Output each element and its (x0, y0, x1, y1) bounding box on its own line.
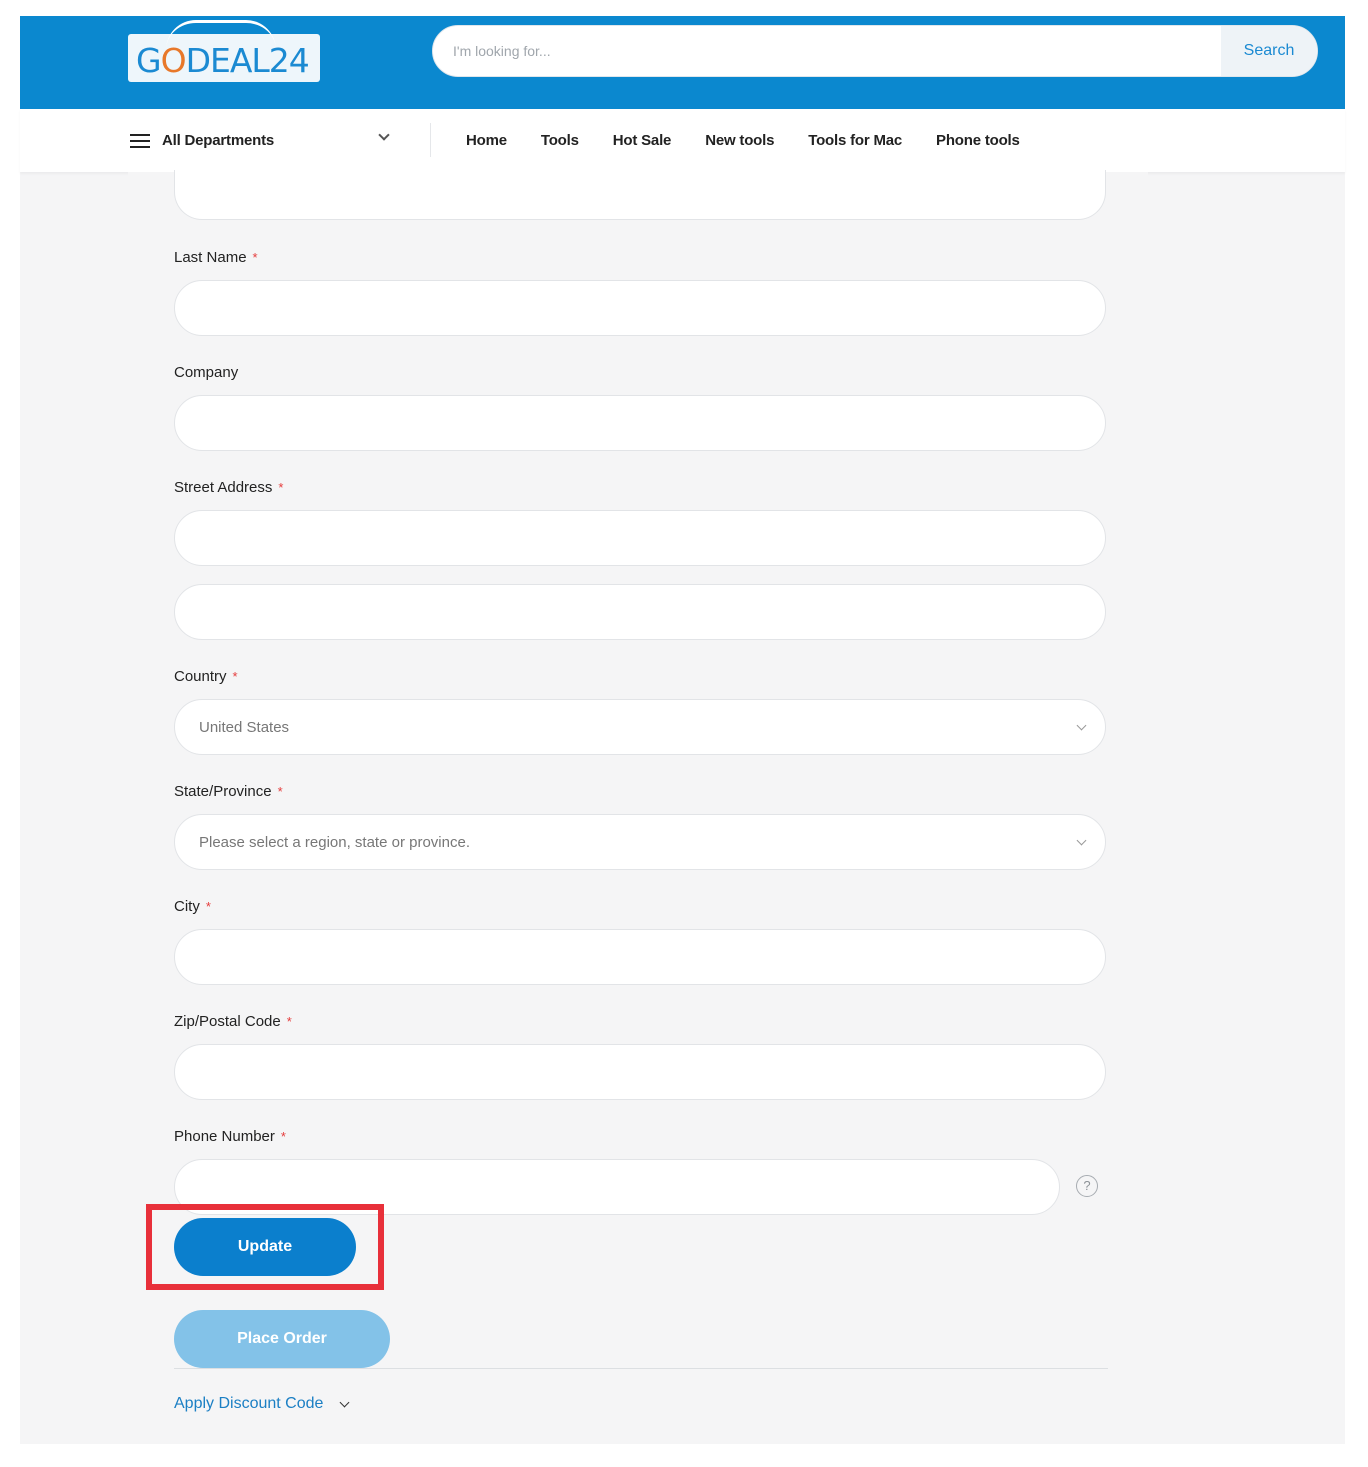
nav-links: Home Tools Hot Sale New tools Tools for … (466, 109, 1054, 172)
last-name-input[interactable] (174, 280, 1106, 336)
chevron-down-icon (339, 1397, 350, 1407)
search-input[interactable] (433, 26, 1223, 76)
logo-text: GODEAL24 (136, 41, 310, 80)
search-bar: Search (432, 25, 1318, 77)
zip-postal-code-label: Zip/Postal Code * (174, 1013, 292, 1030)
nav-link-tools[interactable]: Tools (541, 132, 579, 149)
chevron-down-icon (378, 129, 390, 141)
company-label: Company (174, 364, 239, 381)
help-question-icon[interactable]: ? (1076, 1175, 1098, 1197)
city-label: City * (174, 898, 211, 915)
first-name-input[interactable] (174, 170, 1106, 220)
required-asterisk: * (286, 1014, 292, 1029)
street-address-label: Street Address * (174, 479, 284, 496)
street-address-line1-input[interactable] (174, 510, 1106, 566)
all-departments-menu[interactable]: All Departments (130, 109, 400, 172)
state-selected-value: Please select a region, state or provinc… (199, 834, 470, 851)
logo-wordmark: DEAL24 (185, 41, 310, 80)
state-province-label: State/Province * (174, 783, 283, 800)
required-asterisk: * (278, 480, 284, 495)
required-asterisk: * (277, 784, 283, 799)
country-select[interactable]: United States (174, 699, 1106, 755)
divider-line (174, 1368, 1108, 1369)
required-asterisk: * (252, 250, 258, 265)
logo-letter-g: G (136, 41, 162, 80)
zip-postal-code-input[interactable] (174, 1044, 1106, 1100)
nav-divider (430, 123, 431, 157)
state-province-select[interactable]: Please select a region, state or provinc… (174, 814, 1106, 870)
hamburger-menu-icon (130, 133, 150, 148)
street-address-line2-input[interactable] (174, 584, 1106, 640)
place-order-button[interactable]: Place Order (174, 1310, 390, 1368)
all-departments-label: All Departments (162, 132, 275, 149)
nav-link-home[interactable]: Home (466, 132, 507, 149)
nav-link-new-tools[interactable]: New tools (705, 132, 774, 149)
nav-link-hot-sale[interactable]: Hot Sale (613, 132, 672, 149)
required-asterisk: * (205, 899, 211, 914)
chevron-down-icon (1076, 720, 1087, 731)
nav-link-phone-tools[interactable]: Phone tools (936, 132, 1020, 149)
logo-letter-o: O (160, 41, 187, 80)
phone-number-label: Phone Number * (174, 1128, 286, 1145)
country-selected-value: United States (199, 719, 290, 736)
company-input[interactable] (174, 395, 1106, 451)
apply-discount-code-toggle[interactable]: Apply Discount Code (174, 1392, 350, 1416)
site-header: GODEAL24 Search (20, 16, 1345, 109)
apply-discount-code-label: Apply Discount Code (174, 1395, 324, 1412)
required-asterisk: * (232, 669, 238, 684)
required-asterisk: * (280, 1129, 286, 1144)
site-logo[interactable]: GODEAL24 (128, 20, 320, 84)
chevron-down-icon (1076, 835, 1087, 846)
main-navigation: All Departments Home Tools Hot Sale New … (20, 109, 1345, 172)
search-button[interactable]: Search (1221, 26, 1317, 76)
city-input[interactable] (174, 929, 1106, 985)
country-label: Country * (174, 668, 238, 685)
last-name-label: Last Name * (174, 249, 258, 266)
nav-link-tools-for-mac[interactable]: Tools for Mac (808, 132, 902, 149)
update-button[interactable]: Update (174, 1218, 356, 1276)
